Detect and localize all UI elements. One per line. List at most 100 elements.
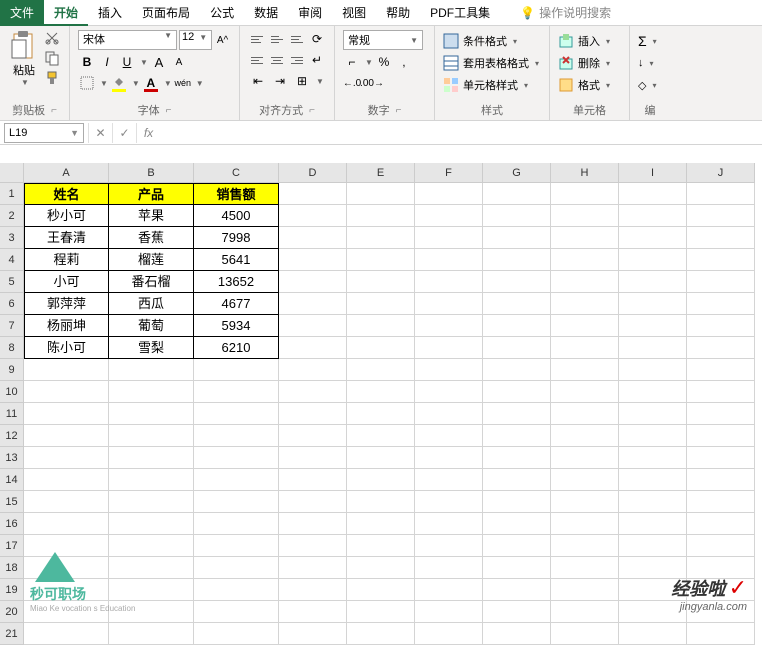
select-all-corner[interactable] (0, 163, 24, 183)
enter-formula-button[interactable]: ✓ (112, 123, 136, 143)
cell[interactable] (551, 601, 619, 623)
cell[interactable] (415, 359, 483, 381)
number-format-select[interactable]: 常规 ▼ (343, 30, 423, 50)
cell[interactable] (279, 293, 347, 315)
cell[interactable] (619, 447, 687, 469)
cell[interactable] (347, 359, 415, 381)
row-header[interactable]: 6 (0, 293, 24, 315)
row-header[interactable]: 21 (0, 623, 24, 645)
cell[interactable] (347, 271, 415, 293)
cell[interactable] (551, 579, 619, 601)
format-painter-button[interactable] (44, 70, 60, 86)
cell-styles-button[interactable]: 单元格样式 ▾ (443, 74, 541, 96)
cell[interactable] (347, 249, 415, 271)
name-box[interactable]: L19 ▼ (4, 123, 84, 143)
table-format-button[interactable]: 套用表格格式 ▾ (443, 52, 541, 74)
font-size-select[interactable]: 12 ▼ (179, 30, 212, 50)
cell[interactable]: 销售额 (194, 183, 279, 205)
chevron-down-icon[interactable]: ▼ (164, 79, 172, 88)
menu-pdf-tools[interactable]: PDF工具集 (420, 0, 500, 26)
cell[interactable] (551, 557, 619, 579)
cell[interactable] (24, 491, 109, 513)
cell[interactable]: 秒小可 (24, 205, 109, 227)
menu-help[interactable]: 帮助 (376, 0, 420, 26)
cell[interactable] (619, 271, 687, 293)
decrease-decimal-button[interactable]: .00→ (363, 74, 381, 92)
cell[interactable] (619, 623, 687, 645)
wrap-text-button[interactable]: ↵ (308, 51, 326, 69)
cell[interactable] (109, 381, 194, 403)
paste-button[interactable]: 粘贴 ▼ (8, 30, 40, 100)
cell[interactable] (24, 381, 109, 403)
cell[interactable] (687, 403, 755, 425)
align-center-button[interactable] (268, 51, 286, 69)
delete-cells-button[interactable]: 删除 ▾ (558, 52, 621, 74)
cell[interactable] (619, 249, 687, 271)
cell[interactable] (415, 579, 483, 601)
fill-button[interactable]: ↓ ▾ (638, 52, 662, 74)
percent-button[interactable]: % (375, 53, 393, 71)
row-header[interactable]: 16 (0, 513, 24, 535)
cell[interactable] (483, 315, 551, 337)
cell[interactable] (415, 205, 483, 227)
cell[interactable] (483, 513, 551, 535)
cell[interactable]: 葡萄 (109, 315, 194, 337)
chevron-down-icon[interactable]: ▼ (100, 79, 108, 88)
cell[interactable] (279, 403, 347, 425)
cell[interactable] (551, 513, 619, 535)
cell[interactable] (279, 337, 347, 359)
cell[interactable] (279, 271, 347, 293)
borders-button[interactable] (78, 74, 96, 92)
row-header[interactable]: 15 (0, 491, 24, 513)
align-top-button[interactable] (248, 30, 266, 48)
cell[interactable] (109, 491, 194, 513)
cell[interactable] (194, 381, 279, 403)
underline-button[interactable]: U (118, 53, 136, 71)
cell[interactable]: 郭萍萍 (24, 293, 109, 315)
autosum-button[interactable]: Σ ▾ (638, 30, 662, 52)
cell[interactable] (483, 271, 551, 293)
chevron-down-icon[interactable]: ▼ (365, 58, 373, 67)
cell[interactable] (483, 249, 551, 271)
cell[interactable]: 4500 (194, 205, 279, 227)
cell[interactable]: 产品 (109, 183, 194, 205)
cell[interactable] (415, 447, 483, 469)
cell[interactable]: 苹果 (109, 205, 194, 227)
cell[interactable] (279, 183, 347, 205)
cell[interactable] (619, 425, 687, 447)
align-middle-button[interactable] (268, 30, 286, 48)
cell[interactable] (194, 403, 279, 425)
cell[interactable] (24, 359, 109, 381)
cell[interactable] (347, 579, 415, 601)
dialog-launcher-icon[interactable]: ⌐ (166, 105, 172, 116)
cell[interactable] (551, 425, 619, 447)
cell[interactable] (619, 337, 687, 359)
cell[interactable] (279, 249, 347, 271)
row-header[interactable]: 18 (0, 557, 24, 579)
cell[interactable] (483, 227, 551, 249)
cell[interactable] (687, 381, 755, 403)
cell[interactable] (279, 205, 347, 227)
cell[interactable] (415, 491, 483, 513)
cell[interactable] (619, 513, 687, 535)
cell[interactable] (551, 469, 619, 491)
cell[interactable]: 13652 (194, 271, 279, 293)
cell[interactable] (347, 337, 415, 359)
cell[interactable] (483, 447, 551, 469)
cut-button[interactable] (44, 30, 60, 46)
column-header[interactable]: I (619, 163, 687, 183)
align-bottom-button[interactable] (288, 30, 306, 48)
cell[interactable] (194, 579, 279, 601)
cell[interactable] (551, 381, 619, 403)
align-left-button[interactable] (248, 51, 266, 69)
cell[interactable] (109, 513, 194, 535)
cell[interactable] (415, 535, 483, 557)
chevron-down-icon[interactable]: ▼ (140, 58, 148, 67)
cell[interactable] (483, 205, 551, 227)
cell[interactable] (109, 447, 194, 469)
cell[interactable] (415, 183, 483, 205)
column-header[interactable]: F (415, 163, 483, 183)
cell[interactable] (687, 469, 755, 491)
cell[interactable]: 西瓜 (109, 293, 194, 315)
cell[interactable] (415, 271, 483, 293)
